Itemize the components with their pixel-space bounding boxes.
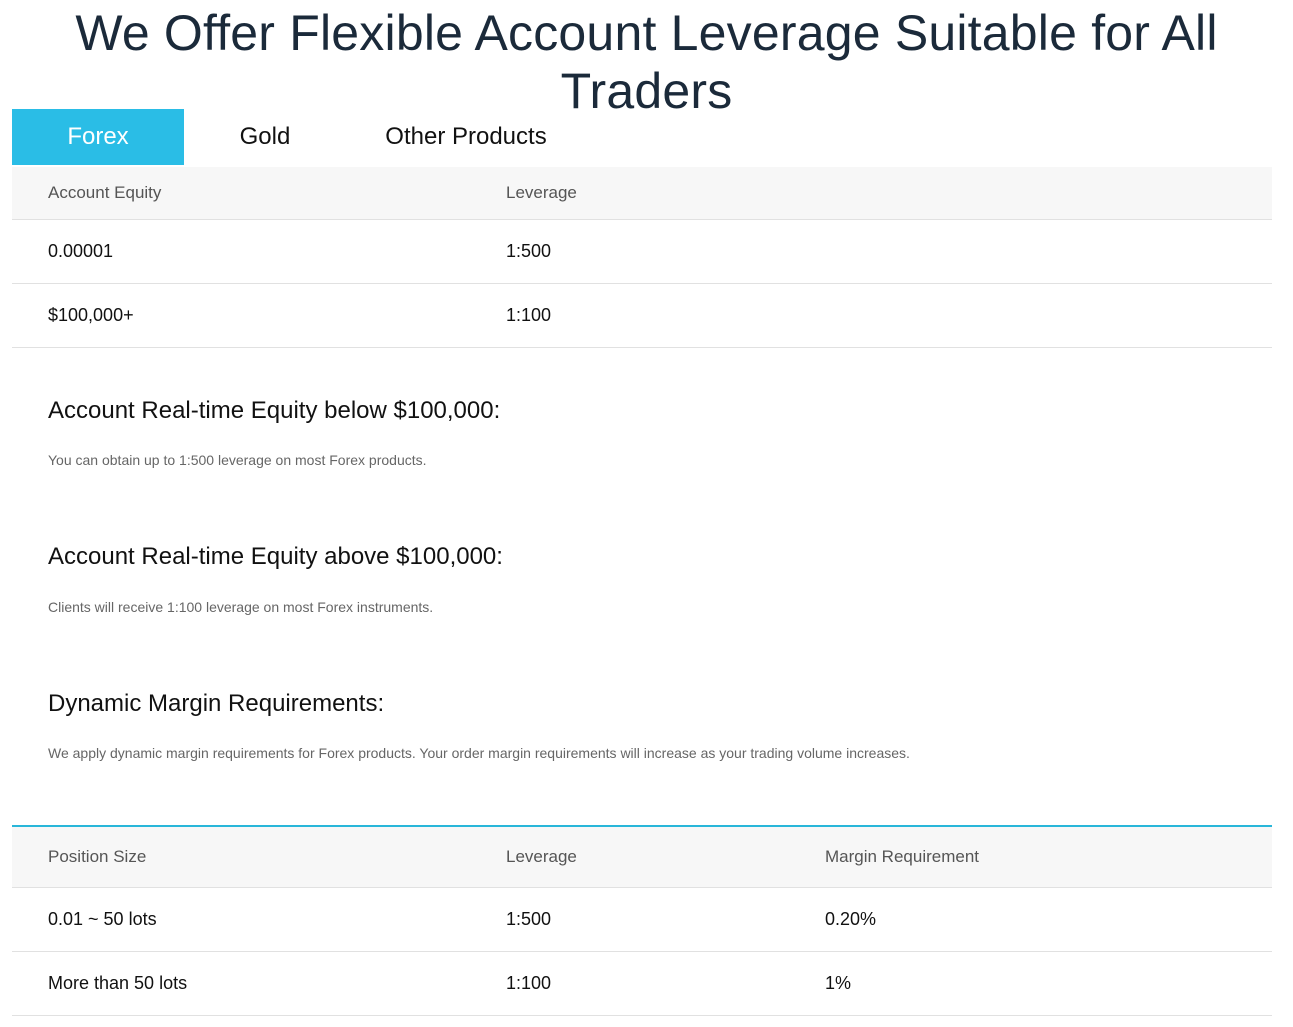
equity-leverage-table: Account Equity Leverage 0.00001 1:500 $1… [12,167,1272,348]
table-row: 0.00001 1:500 [12,219,1272,283]
table-cell: More than 50 lots [48,972,188,993]
product-tabs: Forex Gold Other Products [12,109,1272,169]
section-dynamic-margin: Dynamic Margin Requirements: We apply dy… [48,690,910,761]
column-header: Margin Requirement [825,846,980,866]
table-row: More than 50 lots 1:100 1% [12,951,1272,1015]
section-text: You can obtain up to 1:500 leverage on m… [48,452,427,468]
table-header-row: Account Equity Leverage [12,167,1272,219]
table-cell: 1:500 [506,240,552,261]
tab-forex[interactable]: Forex [12,109,184,165]
table-row: $100,000+ 1:100 [12,283,1272,347]
table-cell: 1:100 [506,972,552,993]
section-heading: Account Real-time Equity below $100,000: [48,397,501,424]
section-heading: Dynamic Margin Requirements: [48,690,385,717]
section-heading: Account Real-time Equity above $100,000: [48,543,503,570]
table-cell: 1:500 [506,908,552,929]
table-cell: $100,000+ [48,304,134,325]
table-header-row: Position Size Leverage Margin Requiremen… [12,827,1272,887]
section-text: We apply dynamic margin requirements for… [48,745,910,761]
tab-gold[interactable]: Gold [184,109,346,165]
column-header: Position Size [48,846,147,866]
section-equity-above: Account Real-time Equity above $100,000:… [48,543,503,615]
table-cell: 1:100 [506,304,552,325]
section-equity-below: Account Real-time Equity below $100,000:… [48,397,501,468]
table-cell: 1% [825,972,852,993]
table-cell: 0.20% [825,908,877,929]
column-header: Leverage [506,182,577,202]
column-header: Leverage [506,846,577,866]
margin-requirement-table: Position Size Leverage Margin Requiremen… [12,825,1272,1016]
table-row: 0.01 ~ 50 lots 1:500 0.20% [12,887,1272,951]
table-cell: 0.00001 [48,240,114,261]
table-cell: 0.01 ~ 50 lots [48,908,157,929]
page-title: We Offer Flexible Account Leverage Suita… [75,5,1218,119]
tab-other-products[interactable]: Other Products [346,109,586,165]
section-text: Clients will receive 1:100 leverage on m… [48,599,434,615]
column-header: Account Equity [48,182,162,202]
